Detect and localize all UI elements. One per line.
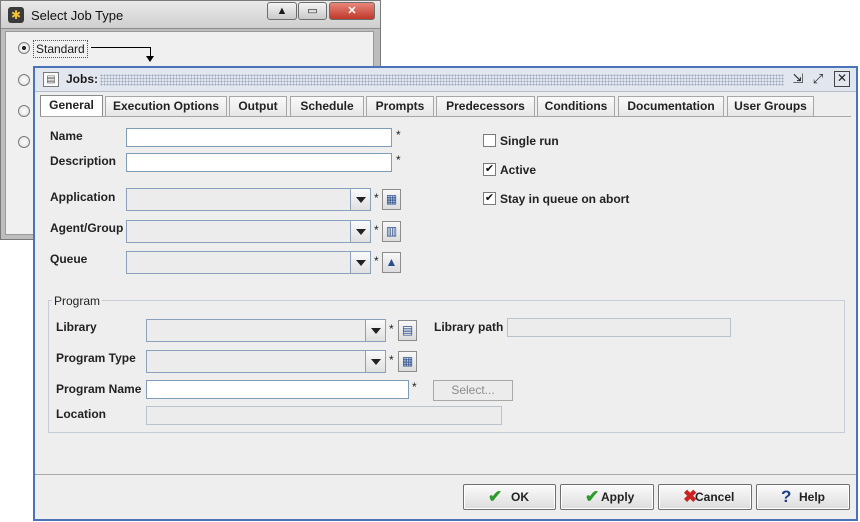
job-type-radio-3[interactable] xyxy=(18,105,30,117)
chevron-down-icon[interactable] xyxy=(350,221,370,242)
chevron-down-icon[interactable] xyxy=(350,189,370,210)
single-run-checkbox[interactable] xyxy=(483,134,496,147)
single-run-label[interactable]: Single run xyxy=(500,134,559,148)
app-icon: ✱ xyxy=(8,7,24,23)
description-required-mark: * xyxy=(396,153,401,167)
program-type-required-mark: * xyxy=(389,353,394,367)
agent-group-combo[interactable] xyxy=(126,220,371,243)
jobs-title: Jobs: xyxy=(66,72,99,86)
location-label: Location xyxy=(56,407,106,421)
queue-required-mark: * xyxy=(374,254,379,268)
connector-line xyxy=(91,47,150,48)
arrow-head-icon xyxy=(146,56,154,62)
tab-conditions[interactable]: Conditions xyxy=(537,96,615,116)
queue-combo[interactable] xyxy=(126,251,371,274)
apply-button[interactable]: ✔ Apply xyxy=(560,484,654,510)
stay-in-queue-checkbox[interactable]: ✔ xyxy=(483,192,496,205)
maximize-button[interactable]: ▭ xyxy=(298,2,327,20)
library-combo[interactable] xyxy=(146,319,386,342)
library-browse-icon[interactable]: ▤ xyxy=(398,320,417,341)
ok-button[interactable]: ✔ OK xyxy=(463,484,556,510)
name-required-mark: * xyxy=(396,128,401,142)
tab-user-groups[interactable]: User Groups xyxy=(727,96,814,116)
maximize-icon[interactable]: ⤢ xyxy=(810,71,826,87)
active-checkbox[interactable]: ✔ xyxy=(483,163,496,176)
tab-predecessors[interactable]: Predecessors xyxy=(436,96,535,116)
help-button[interactable]: ? Help xyxy=(756,484,850,510)
job-form-icon: ▤ xyxy=(43,72,59,87)
program-type-combo[interactable] xyxy=(146,350,386,373)
tab-execution-options[interactable]: Execution Options xyxy=(105,96,227,116)
location-field xyxy=(146,406,502,425)
description-label: Description xyxy=(50,154,117,168)
close-icon[interactable]: ✕ xyxy=(834,71,850,87)
tab-prompts[interactable]: Prompts xyxy=(366,96,434,116)
action-bar: ✔ OK ✔ Apply ✖ Cancel ? Help xyxy=(35,474,856,519)
title-grip xyxy=(100,74,784,86)
active-label[interactable]: Active xyxy=(500,163,536,177)
library-path-label: Library path xyxy=(434,320,504,334)
jobs-window: ▤ Jobs: ⇲ ⤢ ✕ General Execution Options … xyxy=(33,66,858,521)
tab-documentation[interactable]: Documentation xyxy=(618,96,724,116)
program-group-title: Program xyxy=(52,294,103,308)
application-combo[interactable] xyxy=(126,188,371,211)
job-type-radio-4[interactable] xyxy=(18,136,30,148)
description-field[interactable] xyxy=(126,153,392,172)
tab-schedule[interactable]: Schedule xyxy=(290,96,364,116)
name-field[interactable] xyxy=(126,128,392,147)
cancel-button[interactable]: ✖ Cancel xyxy=(658,484,752,510)
stay-in-queue-label[interactable]: Stay in queue on abort xyxy=(500,192,629,206)
tab-general[interactable]: General xyxy=(40,95,103,117)
tab-output[interactable]: Output xyxy=(229,96,287,116)
minimize-button[interactable]: ▲ xyxy=(267,2,297,20)
help-icon: ? xyxy=(781,487,792,506)
jobs-title-bar[interactable]: ▤ Jobs: ⇲ ⤢ ✕ xyxy=(35,68,856,92)
application-required-mark: * xyxy=(374,191,379,205)
program-name-label: Program Name xyxy=(56,382,142,396)
chevron-down-icon[interactable] xyxy=(365,320,385,341)
agent-browse-icon[interactable]: ▥ xyxy=(382,221,401,242)
library-path-field xyxy=(507,318,731,337)
program-type-label: Program Type xyxy=(56,351,136,365)
check-icon: ✔ xyxy=(585,487,600,506)
close-button[interactable]: ✕ xyxy=(329,2,375,20)
library-label: Library xyxy=(56,320,97,334)
program-type-browse-icon[interactable]: ▦ xyxy=(398,351,417,372)
check-icon: ✔ xyxy=(488,487,503,506)
name-label: Name xyxy=(50,129,83,143)
chevron-down-icon[interactable] xyxy=(350,252,370,273)
program-name-required-mark: * xyxy=(412,380,417,394)
standard-label[interactable]: Standard xyxy=(33,40,88,58)
library-required-mark: * xyxy=(389,322,394,336)
application-label: Application xyxy=(50,190,116,204)
application-browse-icon[interactable]: ▦ xyxy=(382,189,401,210)
restore-icon[interactable]: ⇲ xyxy=(790,71,806,87)
program-name-field[interactable] xyxy=(146,380,409,399)
queue-label: Queue xyxy=(50,252,88,266)
select-program-button[interactable]: Select... xyxy=(433,380,513,401)
window-title: Select Job Type xyxy=(31,8,124,23)
chevron-down-icon[interactable] xyxy=(365,351,385,372)
agent-group-required-mark: * xyxy=(374,223,379,237)
queue-browse-icon[interactable]: ▲ xyxy=(382,252,401,273)
title-bar: ✱ Select Job Type ▲ ▭ ✕ xyxy=(1,1,380,29)
agent-group-label: Agent/Group xyxy=(50,221,124,235)
job-type-radio-2[interactable] xyxy=(18,74,30,86)
standard-radio[interactable] xyxy=(18,42,30,54)
